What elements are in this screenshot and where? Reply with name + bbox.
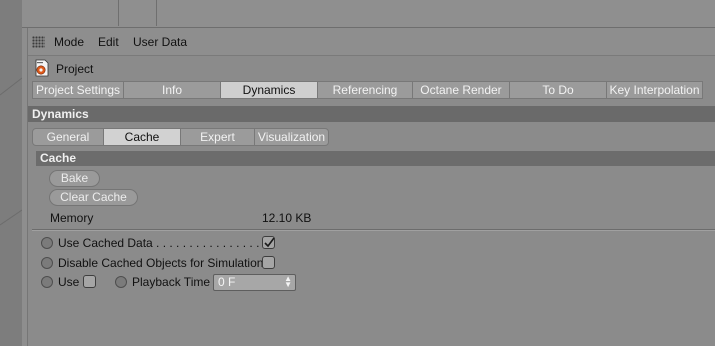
subtab-cache[interactable]: Cache xyxy=(104,128,181,146)
tab-project-settings[interactable]: Project Settings xyxy=(32,81,124,99)
checkmark-icon xyxy=(264,237,275,248)
tab-to-do[interactable]: To Do xyxy=(510,81,607,99)
stepper-arrows-icon[interactable]: ▲ ▼ xyxy=(284,275,292,289)
animate-radio-icon[interactable] xyxy=(41,237,53,249)
subtab-general[interactable]: General xyxy=(32,128,104,146)
section-header-cache: Cache xyxy=(36,151,715,166)
use-cached-data-label: Use Cached Data . . . . . . . . . . . . … xyxy=(58,236,273,250)
tab-referencing[interactable]: Referencing xyxy=(318,81,413,99)
divider xyxy=(32,230,715,231)
viewport-edge-lines xyxy=(0,77,22,226)
grip-icon[interactable] xyxy=(32,36,45,48)
playback-time-label: Playback Time xyxy=(132,275,211,289)
animate-radio-icon[interactable] xyxy=(41,257,53,269)
menu-edit[interactable]: Edit xyxy=(98,35,119,49)
memory-label: Memory xyxy=(50,211,94,225)
subtab-visualization[interactable]: Visualization xyxy=(255,128,329,146)
tab-bar: Project Settings Info Dynamics Referenci… xyxy=(32,81,703,99)
memory-value: 12.10 KB xyxy=(262,211,312,225)
tab-info[interactable]: Info xyxy=(124,81,221,99)
subtab-bar: General Cache Expert Visualization xyxy=(32,128,329,146)
viewport-edge xyxy=(0,0,22,346)
tab-octane-render[interactable]: Octane Render xyxy=(413,81,510,99)
clear-cache-button[interactable]: Clear Cache xyxy=(49,189,138,206)
use-cached-data-checkbox[interactable] xyxy=(262,236,275,249)
section-header-dynamics: Dynamics xyxy=(28,106,715,122)
object-title-row: Project xyxy=(28,58,715,80)
subtab-expert[interactable]: Expert xyxy=(181,128,255,146)
bake-button[interactable]: Bake xyxy=(49,170,100,187)
disable-cached-objects-checkbox[interactable] xyxy=(262,256,275,269)
playback-time-value: 0 F xyxy=(218,275,236,289)
tab-key-interpolation[interactable]: Key Interpolation xyxy=(607,81,703,99)
attribute-manager: Mode Edit User Data Project Project Sett… xyxy=(28,28,715,346)
menu-user-data[interactable]: User Data xyxy=(133,35,187,49)
disable-cached-objects-label: Disable Cached Objects for Simulation xyxy=(58,256,264,270)
playback-time-field[interactable]: 0 F ▲ ▼ xyxy=(213,274,296,291)
menu-mode[interactable]: Mode xyxy=(54,35,84,49)
use-checkbox[interactable] xyxy=(83,275,96,288)
top-toolbar-strip xyxy=(22,0,715,28)
animate-radio-icon[interactable] xyxy=(115,276,127,288)
tab-dynamics[interactable]: Dynamics xyxy=(221,81,318,99)
project-icon xyxy=(35,59,49,77)
divider xyxy=(118,0,119,26)
use-label: Use xyxy=(58,275,80,289)
divider xyxy=(156,0,157,26)
object-title: Project xyxy=(56,62,94,76)
menubar: Mode Edit User Data xyxy=(28,28,715,56)
animate-radio-icon[interactable] xyxy=(41,276,53,288)
